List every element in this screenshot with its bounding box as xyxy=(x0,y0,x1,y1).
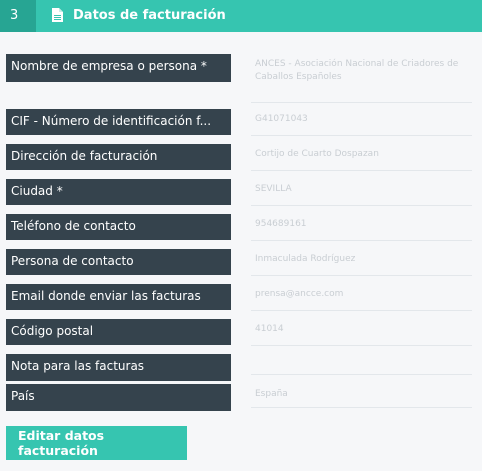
field-value-contact-person: Inmaculada Rodríguez xyxy=(251,249,472,276)
billing-section-header[interactable]: 3 Datos de facturación xyxy=(0,0,482,32)
field-label-city: Ciudad * xyxy=(6,179,231,205)
step-number-badge: 3 xyxy=(0,0,36,32)
field-value-city: SEVILLA xyxy=(251,179,472,206)
field-label-phone: Teléfono de contacto xyxy=(6,214,231,240)
edit-billing-button[interactable]: Editar datos facturación xyxy=(6,426,187,460)
field-label-invoice-note: Nota para las facturas xyxy=(6,354,231,381)
field-value-company-name: ANCES - Asociación Nacional de Criadores… xyxy=(251,54,472,103)
field-value-phone: 954689161 xyxy=(251,214,472,241)
field-value-billing-address: Cortijo de Cuarto Dospazan xyxy=(251,144,472,171)
field-value-invoice-note xyxy=(251,354,472,375)
field-value-country: España xyxy=(251,384,472,408)
field-value-tax-id: G41071043 xyxy=(251,109,472,136)
field-label-billing-address: Dirección de facturación xyxy=(6,144,231,170)
field-label-country: País xyxy=(6,384,231,411)
field-label-contact-person: Persona de contacto xyxy=(6,249,231,275)
field-value-postal-code: 41014 xyxy=(251,319,472,346)
field-label-tax-id: CIF - Número de identificación f... xyxy=(6,109,231,135)
field-label-invoice-email: Email donde enviar las facturas xyxy=(6,284,231,310)
section-title: Datos de facturación xyxy=(73,8,226,23)
field-label-company-name: Nombre de empresa o persona * xyxy=(6,54,231,82)
field-label-postal-code: Código postal xyxy=(6,319,231,345)
field-value-invoice-email: prensa@ancce.com xyxy=(251,284,472,311)
step-number: 3 xyxy=(10,8,19,23)
document-icon xyxy=(52,8,63,22)
